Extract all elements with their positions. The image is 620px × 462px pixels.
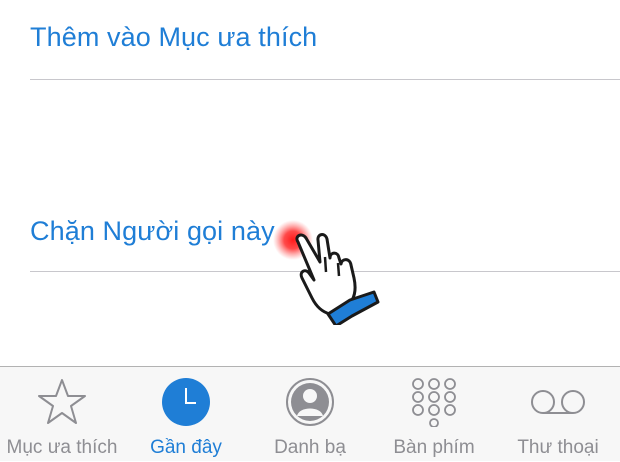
tab-label: Mục ưa thích <box>6 437 118 458</box>
tab-recents[interactable]: Gần đây <box>124 367 248 462</box>
contact-icon <box>286 378 334 426</box>
divider <box>30 79 620 80</box>
clock-icon <box>162 378 210 426</box>
tab-keypad[interactable]: Bàn phím <box>372 367 496 462</box>
tab-label: Bàn phím <box>393 437 475 458</box>
tab-label: Thư thoại <box>517 437 599 458</box>
tab-label: Gần đây <box>150 437 222 458</box>
tap-hand-icon <box>273 220 380 325</box>
keypad-icon <box>412 378 456 427</box>
star-icon <box>38 379 86 424</box>
tab-contacts[interactable]: Danh bạ <box>248 367 372 462</box>
tab-voicemail[interactable]: Thư thoại <box>496 367 620 462</box>
tab-bar: Mục ưa thích Gần đây Danh bạ Bàn phím Th… <box>0 366 620 461</box>
contact-info-panel: Thêm vào Mục ưa thích Chặn Người gọi này <box>0 0 620 366</box>
block-caller-button[interactable]: Chặn Người gọi này <box>30 216 275 247</box>
tab-label: Danh bạ <box>274 437 346 458</box>
add-to-favorites-button[interactable]: Thêm vào Mục ưa thích <box>30 22 317 53</box>
tab-favorites[interactable]: Mục ưa thích <box>0 367 124 462</box>
voicemail-icon <box>531 390 585 414</box>
